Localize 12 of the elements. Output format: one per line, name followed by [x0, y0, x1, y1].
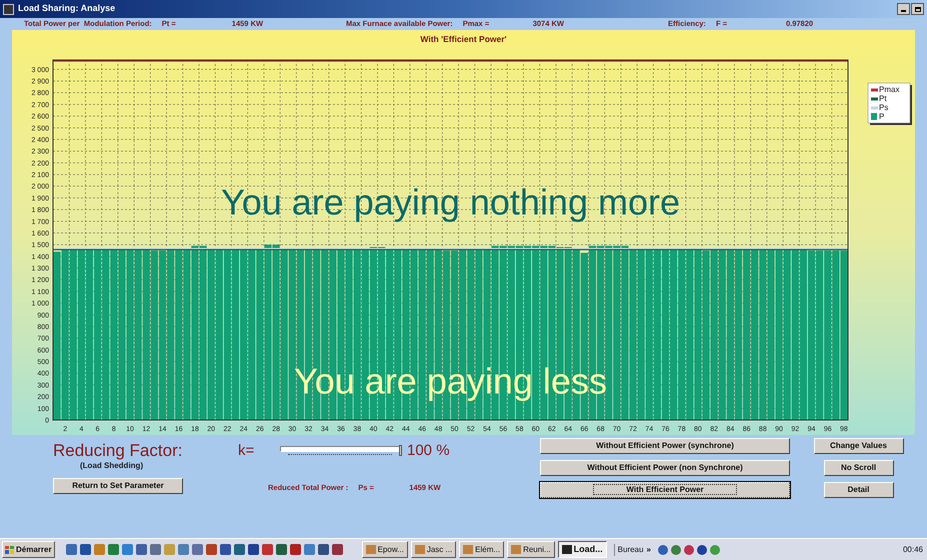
legend-label: Pt [879, 94, 887, 103]
k-label: k= [238, 440, 256, 461]
reducing-factor-reading: 100 % [407, 440, 450, 461]
reducing-factor-label: Reducing Factor: [53, 442, 182, 460]
chart-title: With 'Efficient Power' [420, 34, 507, 44]
legend-label: Pmax [879, 85, 900, 94]
window-title: Load Sharing: Analyse [18, 2, 116, 16]
legend-label: Ps [879, 103, 888, 112]
reducing-factor-sublabel: (Load Shedding) [80, 460, 144, 472]
legend-label: P [879, 112, 884, 121]
clock: 00:46 [902, 544, 923, 556]
chart-annotation: You are paying nothing more [221, 181, 680, 222]
